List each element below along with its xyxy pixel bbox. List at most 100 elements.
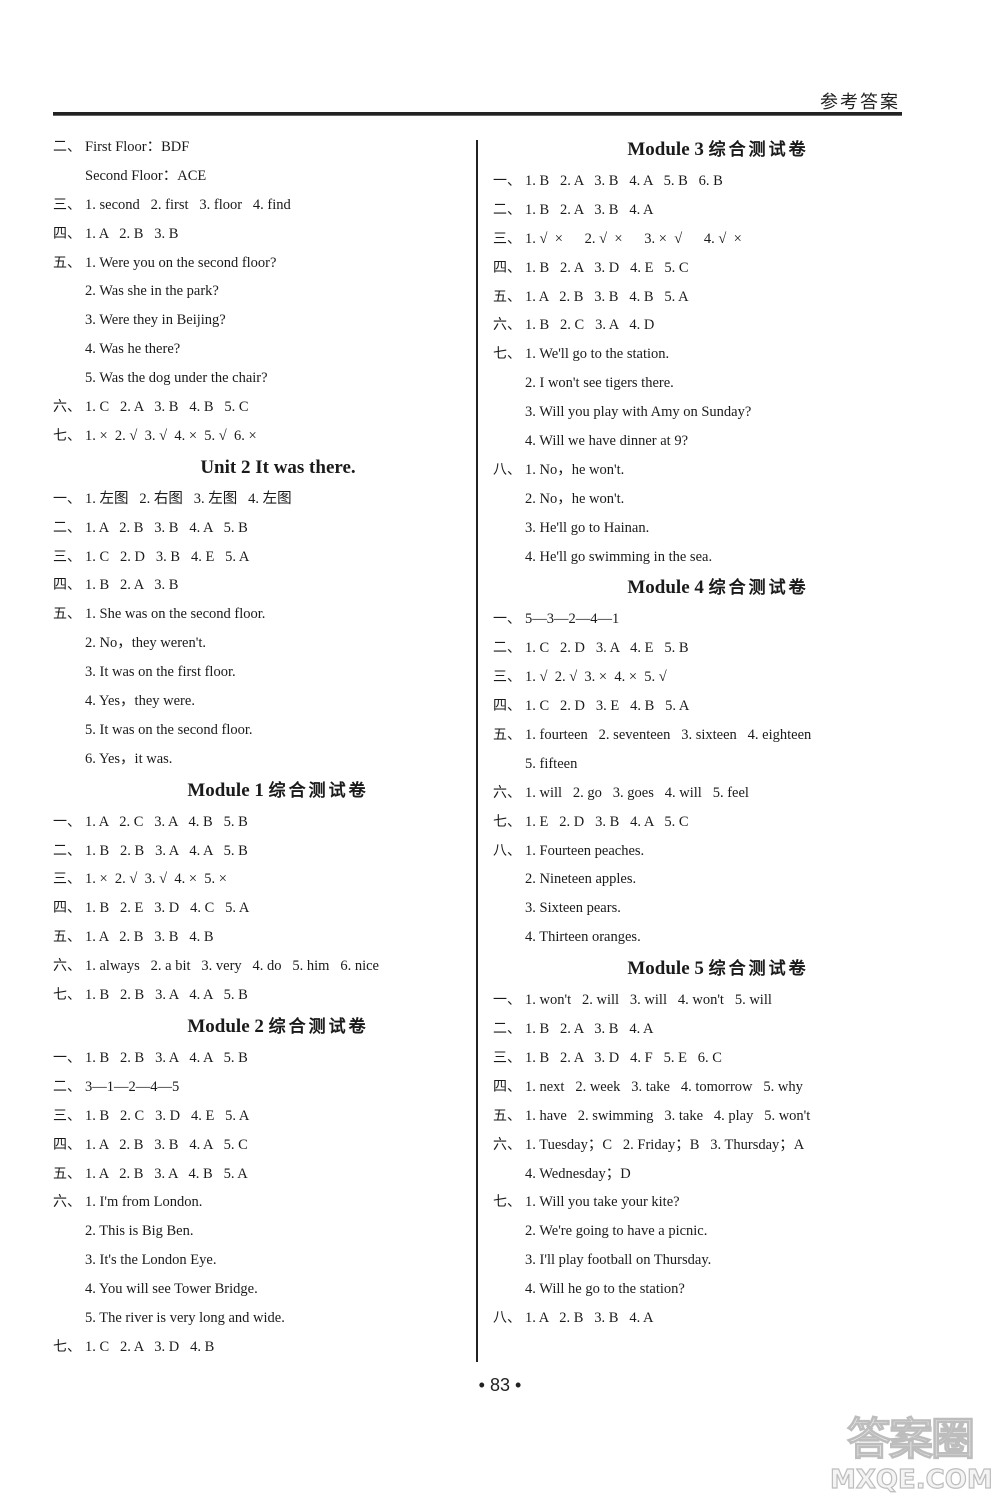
answer-text: 1. I'm from London. <box>85 1194 203 1211</box>
question-number: 八、 <box>493 842 521 859</box>
answer-text: 4. Thirteen oranges. <box>525 929 641 946</box>
question-number: 二、 <box>493 640 521 657</box>
section-title-en: Module 4 <box>627 577 709 599</box>
answer-text: 5. Was the dog under the chair? <box>85 370 268 387</box>
answer-line: 3. He'll go to Hainan. <box>493 514 913 543</box>
answer-text: 1. C 2. D 3. E 4. B 5. A <box>525 698 690 715</box>
answer-text: 3. It's the London Eye. <box>85 1252 217 1269</box>
answer-text: 1. second 2. first 3. floor 4. find <box>85 196 291 213</box>
answer-line: Second Floor：ACE <box>53 162 473 191</box>
question-number: 一、 <box>53 813 81 830</box>
answer-text: 1. will 2. go 3. goes 4. will 5. feel <box>525 784 749 801</box>
answer-text: 1. Will you take your kite? <box>525 1194 680 1211</box>
question-number: 六、 <box>53 399 81 416</box>
answer-text: 4. He'll go swimming in the sea. <box>525 548 713 565</box>
answer-text: 1. B 2. A 3. B <box>85 577 179 594</box>
section-title-zh: 综合测试卷 <box>708 959 809 980</box>
answer-text: 1. × 2. √ 3. √ 4. × 5. √ 6. × <box>85 427 257 444</box>
answer-text: 3. I'll play football on Thursday. <box>525 1252 712 1269</box>
answer-text: 2. I won't see tigers there. <box>525 375 674 392</box>
section-title: Module 1 综合测试卷 <box>53 774 473 808</box>
answer-line: 八、 1. Fourteen peaches. <box>493 837 913 866</box>
answer-line: 2. We're going to have a picnic. <box>493 1217 913 1246</box>
answer-line: 三、 1. C 2. D 3. B 4. E 5. A <box>53 543 473 572</box>
answer-text: 1. C 2. A 3. D 4. B <box>85 1338 215 1355</box>
section-title-zh: 综合测试卷 <box>708 140 809 160</box>
answer-text: 1. 左图 2. 右图 3. 左图 4. 左图 <box>85 490 292 507</box>
answer-text: 4. Will we have dinner at 9? <box>525 433 689 450</box>
answer-line: 3. It was on the first floor. <box>53 658 473 687</box>
answer-line: 一、 1. 左图 2. 右图 3. 左图 4. 左图 <box>53 485 473 514</box>
column-divider <box>476 140 478 1362</box>
answer-text: 3. He'll go to Hainan. <box>525 519 650 536</box>
answer-text: 3. Sixteen pears. <box>525 900 621 917</box>
question-number: 六、 <box>493 1136 521 1153</box>
section-title-en: Module 3 <box>627 139 709 160</box>
answer-text: 1. √ × 2. √ × 3. × √ 4. √ × <box>525 230 742 247</box>
answer-line: 五、 1. fourteen 2. seventeen 3. sixteen 4.… <box>493 721 913 750</box>
answer-line: 二、 3—1—2—4—5 <box>53 1073 473 1102</box>
answer-text: 2. No，he won't. <box>525 490 625 507</box>
answer-line: 3. It's the London Eye. <box>53 1246 473 1275</box>
answer-text: 4. You will see Tower Bridge. <box>85 1281 258 1298</box>
answer-line: 4. Thirteen oranges. <box>493 923 913 952</box>
answer-line: 二、 1. B 2. A 3. B 4. A <box>493 1015 913 1044</box>
answer-line: 七、 1. C 2. A 3. D 4. B <box>53 1333 473 1362</box>
answer-text: 3—1—2—4—5 <box>85 1078 180 1095</box>
question-number: 二、 <box>53 1078 81 1095</box>
answer-text: 1. C 2. D 3. A 4. E 5. B <box>525 640 689 657</box>
answer-text: First Floor：BDF <box>85 139 190 155</box>
question-number: 五、 <box>53 254 81 271</box>
question-number: 一、 <box>493 611 521 628</box>
answer-text: 2. Was she in the park? <box>85 283 219 300</box>
question-number: 一、 <box>53 490 81 507</box>
answer-text: 1. E 2. D 3. B 4. A 5. C <box>525 813 689 830</box>
question-number: 七、 <box>493 1194 521 1211</box>
question-number: 五、 <box>53 1165 81 1182</box>
section-title-en: Module 1 <box>187 779 269 801</box>
answer-text: 1. Were you on the second floor? <box>85 254 277 271</box>
answer-text: 1. B 2. C 3. A 4. D <box>525 317 655 334</box>
answer-line: 五、 1. A 2. B 3. B 4. B <box>53 923 473 952</box>
question-number: 二、 <box>493 201 521 218</box>
answer-line: 四、 1. B 2. A 3. B <box>53 571 473 600</box>
answer-text: 1. A 2. B 3. B 4. B <box>85 929 214 946</box>
question-number: 五、 <box>493 727 521 744</box>
answer-text: 1. B 2. B 3. A 4. A 5. B <box>85 1049 248 1066</box>
answer-line: 二、 1. B 2. B 3. A 4. A 5. B <box>53 837 473 866</box>
answer-text: 1. Fourteen peaches. <box>525 842 645 859</box>
question-number: 六、 <box>53 1194 81 1211</box>
answer-line: 3. Sixteen pears. <box>493 894 913 923</box>
watermark-logo: 答案圈 MXQE.COM <box>829 1414 993 1496</box>
section-title-zh: 综合测试卷 <box>268 780 369 801</box>
answer-text: 2. Nineteen apples. <box>525 871 637 888</box>
question-number: 三、 <box>493 1049 521 1066</box>
watermark-en: MXQE.COM <box>829 1464 993 1495</box>
answer-line: 4. Wednesday；D <box>493 1160 913 1189</box>
question-number: 五、 <box>53 929 81 946</box>
question-number: 六、 <box>493 784 521 801</box>
answer-line: 六、 1. C 2. A 3. B 4. B 5. C <box>53 393 473 422</box>
answer-text: 1. next 2. week 3. take 4. tomorrow 5. w… <box>525 1078 803 1095</box>
answer-line: 一、 1. B 2. A 3. B 4. A 5. B 6. B <box>493 167 913 196</box>
answer-line: 七、 1. E 2. D 3. B 4. A 5. C <box>493 808 913 837</box>
answer-text: 3. Were they in Beijing? <box>85 312 226 329</box>
answer-text: 1. A 2. B 3. B <box>85 225 179 242</box>
answer-line: 5. It was on the second floor. <box>53 716 473 745</box>
answer-line: 3. I'll play football on Thursday. <box>493 1246 913 1275</box>
answer-text: 1. C 2. A 3. B 4. B 5. C <box>85 399 249 416</box>
answer-line: 六、 1. will 2. go 3. goes 4. will 5. feel <box>493 779 913 808</box>
answer-line: 二、 1. C 2. D 3. A 4. E 5. B <box>493 634 913 663</box>
answer-line: 二、 1. A 2. B 3. B 4. A 5. B <box>53 514 473 543</box>
answer-line: 七、 1. × 2. √ 3. √ 4. × 5. √ 6. × <box>53 422 473 451</box>
answer-line: 五、 1. A 2. B 3. B 4. B 5. A <box>493 283 913 312</box>
answer-line: 4. Will he go to the station? <box>493 1275 913 1304</box>
answer-line: 四、 1. A 2. B 3. B <box>53 220 473 249</box>
page-header-title: 参考答案 <box>820 92 900 113</box>
question-number: 八、 <box>493 461 521 478</box>
section-title: Module 5 综合测试卷 <box>493 952 913 986</box>
section-title-en: Module 2 <box>187 1015 269 1037</box>
question-number: 二、 <box>53 139 81 155</box>
answer-text: 1. A 2. B 3. B 4. B 5. A <box>525 288 689 305</box>
answer-text: 4. Will he go to the station? <box>525 1281 685 1298</box>
